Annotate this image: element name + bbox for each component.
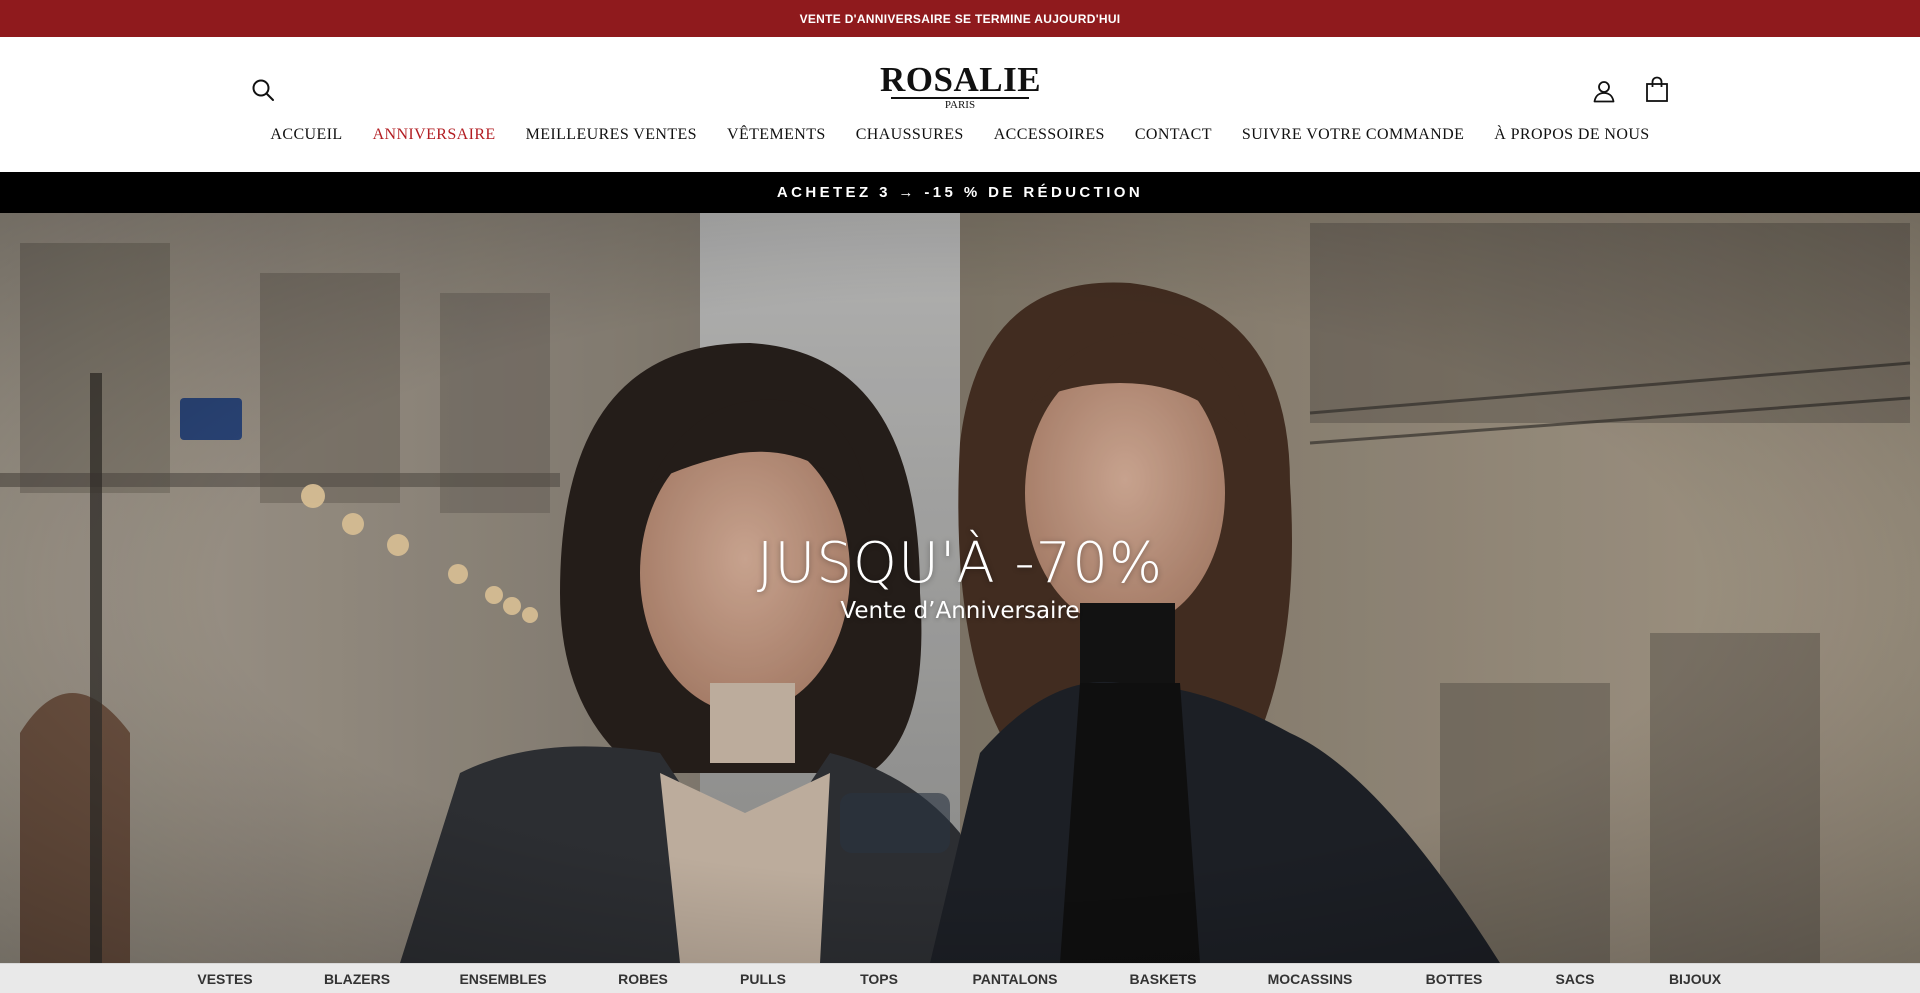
nav-item-chaussures[interactable]: CHAUSSURES bbox=[856, 126, 964, 144]
shopping-bag-icon bbox=[1646, 76, 1668, 102]
category-ensembles[interactable]: ENSEMBLES bbox=[459, 971, 546, 987]
nav-item-vetements[interactable]: VÊTEMENTS bbox=[727, 126, 826, 144]
nav-item-meilleures-ventes[interactable]: MEILLEURES VENTES bbox=[526, 126, 697, 144]
nav-item-anniversaire[interactable]: ANNIVERSAIRE bbox=[373, 126, 496, 144]
promo-banner[interactable]: ACHETEZ 3 → -15 % DE RÉDUCTION bbox=[0, 172, 1920, 213]
nav-item-contact[interactable]: CONTACT bbox=[1135, 126, 1212, 144]
announcement-text: VENTE D'ANNIVERSAIRE SE TERMINE AUJOURD'… bbox=[799, 11, 1121, 26]
category-bijoux[interactable]: BIJOUX bbox=[1669, 971, 1721, 987]
category-pulls[interactable]: PULLS bbox=[740, 971, 786, 987]
brand-logo[interactable]: ROSALIE PARIS bbox=[880, 60, 1042, 113]
category-sacs[interactable]: SACS bbox=[1556, 971, 1595, 987]
search-icon bbox=[252, 79, 274, 101]
site-header: ROSALIE PARIS ACCUEIL ANNIVERSAIRE MEILL… bbox=[0, 37, 1920, 172]
promo-text: ACHETEZ 3 → -15 % DE RÉDUCTION bbox=[776, 184, 1144, 201]
nav-item-accueil[interactable]: ACCUEIL bbox=[270, 126, 342, 144]
account-icon bbox=[1593, 81, 1615, 103]
cart-button[interactable] bbox=[1642, 74, 1672, 104]
nav-item-a-propos[interactable]: À PROPOS DE NOUS bbox=[1494, 126, 1649, 144]
nav-item-accessoires[interactable]: ACCESSOIRES bbox=[994, 126, 1105, 144]
category-tops[interactable]: TOPS bbox=[860, 971, 898, 987]
logo-wordmark: ROSALIE bbox=[880, 60, 1042, 99]
category-baskets[interactable]: BASKETS bbox=[1130, 971, 1197, 987]
hero-banner[interactable]: JUSQU'À -70% Vente d’Anniversaire bbox=[0, 213, 1920, 963]
nav-item-suivre-commande[interactable]: SUIVRE VOTRE COMMANDE bbox=[1242, 126, 1464, 144]
category-vestes[interactable]: VESTES bbox=[197, 971, 252, 987]
hero-headline: JUSQU'À -70% bbox=[756, 531, 1164, 596]
search-button[interactable] bbox=[249, 76, 277, 104]
category-bottes[interactable]: BOTTES bbox=[1426, 971, 1483, 987]
category-blazers[interactable]: BLAZERS bbox=[324, 971, 390, 987]
main-navigation: ACCUEIL ANNIVERSAIRE MEILLEURES VENTES V… bbox=[0, 126, 1920, 144]
category-pantalons[interactable]: PANTALONS bbox=[972, 971, 1057, 987]
category-mocassins[interactable]: MOCASSINS bbox=[1268, 971, 1353, 987]
announcement-bar: VENTE D'ANNIVERSAIRE SE TERMINE AUJOURD'… bbox=[0, 0, 1920, 37]
account-button[interactable] bbox=[1589, 76, 1619, 106]
hero-subheadline: Vente d’Anniversaire bbox=[840, 598, 1080, 624]
category-bar: VESTES BLAZERS ENSEMBLES ROBES PULLS TOP… bbox=[0, 963, 1920, 993]
category-robes[interactable]: ROBES bbox=[618, 971, 668, 987]
logo-subtitle: PARIS bbox=[944, 99, 976, 111]
